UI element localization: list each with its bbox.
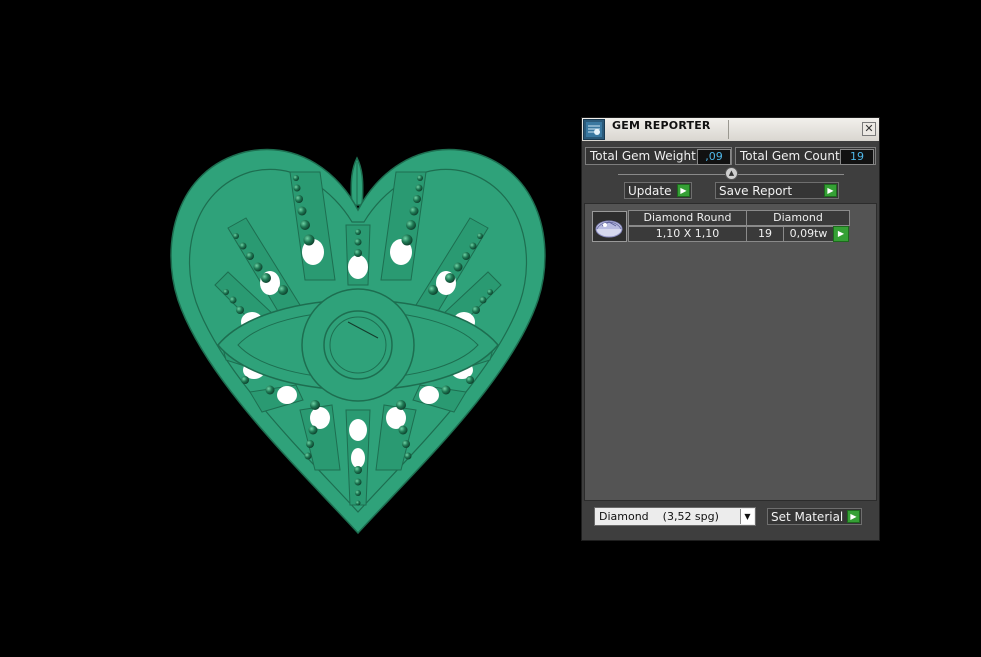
3d-viewport[interactable] xyxy=(0,0,570,657)
gem-count-cell: 19 xyxy=(746,226,784,242)
save-report-button[interactable]: Save Report ▶ xyxy=(715,182,839,199)
play-arrow-icon: ▶ xyxy=(847,510,860,523)
total-gem-count: Total Gem Count 19 xyxy=(735,147,876,165)
close-button[interactable]: ✕ xyxy=(862,122,876,136)
material-dropdown-value: Diamond (3,52 spg) xyxy=(599,510,719,523)
column-header-shape: Diamond Round xyxy=(628,210,747,226)
gem-weight-cell: 0,09tw xyxy=(783,226,834,242)
total-gem-count-label: Total Gem Count xyxy=(740,149,840,163)
heart-pendant-model xyxy=(170,148,546,535)
panel-title: GEM REPORTER xyxy=(612,119,711,132)
set-material-button[interactable]: Set Material ▶ xyxy=(767,508,862,525)
title-divider xyxy=(728,120,729,139)
title-bar[interactable]: GEM REPORTER ✕ xyxy=(582,118,879,141)
total-gem-count-value: 19 xyxy=(840,149,874,165)
total-gem-weight-label: Total Gem Weight xyxy=(590,149,696,163)
material-dropdown[interactable]: Diamond (3,52 spg) ▼ xyxy=(594,507,756,526)
save-report-label: Save Report xyxy=(719,184,793,198)
total-gem-weight: Total Gem Weight ,09 xyxy=(585,147,732,165)
play-arrow-icon: ▶ xyxy=(824,184,837,197)
gem-list[interactable]: Diamond Round Diamond 1,10 X 1,10 19 0,0… xyxy=(584,203,877,501)
play-arrow-icon: ▶ xyxy=(677,184,690,197)
update-label: Update xyxy=(628,184,672,198)
chevron-down-icon[interactable]: ▼ xyxy=(740,509,754,524)
total-gem-weight-value: ,09 xyxy=(697,149,731,165)
gem-reporter-panel: GEM REPORTER ✕ Total Gem Weight ,09 Tota… xyxy=(581,117,880,541)
round-gem-icon[interactable] xyxy=(592,211,627,242)
slider-knob-icon[interactable]: ▲ xyxy=(725,167,738,180)
column-header-material: Diamond xyxy=(746,210,850,226)
gem-size-cell: 1,10 X 1,10 xyxy=(628,226,747,242)
set-material-label: Set Material xyxy=(771,510,844,524)
update-button[interactable]: Update ▶ xyxy=(624,182,692,199)
play-arrow-icon[interactable]: ▶ xyxy=(833,226,849,242)
gem-reporter-icon xyxy=(583,119,605,140)
close-icon: ✕ xyxy=(864,122,874,135)
